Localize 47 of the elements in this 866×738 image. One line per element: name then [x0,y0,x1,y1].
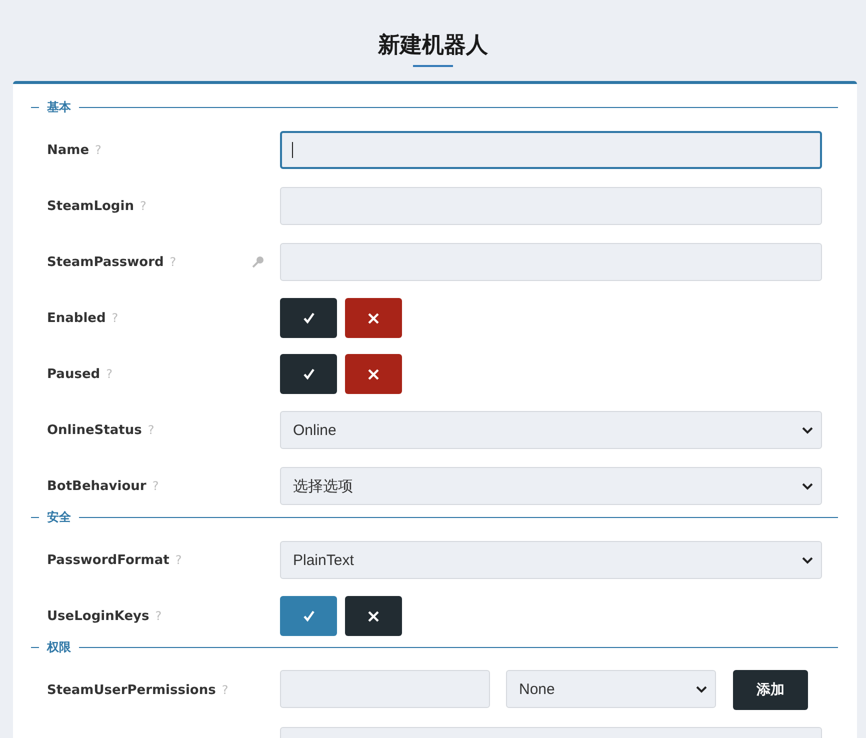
chevron-down-icon [802,482,813,490]
section-title: 基本 [46,98,72,116]
select-field[interactable]: 选择选项 [280,467,822,505]
field-label: PasswordFormat [47,552,170,568]
check-icon [302,610,314,622]
field-label: SteamPassword [47,254,164,270]
chevron-down-icon [802,426,813,434]
help-mark[interactable]: ? [152,479,159,493]
yes-button[interactable] [280,298,337,338]
help-mark[interactable]: ? [140,199,146,213]
add-button[interactable]: 添加 [733,670,808,710]
field-label: BotBehaviour [47,478,146,494]
close-icon [368,368,379,380]
field-label: SteamUserPermissions [47,682,216,698]
field-label: Paused [47,366,100,382]
help-mark[interactable]: ? [106,367,112,381]
chevron-down-icon [802,556,813,564]
no-button[interactable] [345,354,402,394]
field-label: UseLoginKeys [47,608,150,624]
yes-button[interactable] [280,596,337,636]
help-mark[interactable]: ? [148,423,154,437]
field-label: OnlineStatus [47,422,142,438]
close-icon [368,610,379,622]
field-label: SteamLogin [47,198,134,214]
help-mark[interactable]: ? [112,311,118,325]
key-icon [252,256,264,268]
page-title: 新建机器人 [378,32,488,60]
help-mark[interactable]: ? [95,143,102,157]
no-button[interactable] [345,298,402,338]
chevron-down-icon [696,686,707,692]
check-icon [302,368,314,380]
help-mark[interactable]: ? [222,683,228,697]
select-field[interactable]: None [506,670,716,708]
check-icon [302,312,314,324]
help-mark[interactable]: ? [175,553,182,567]
field-label: Enabled [47,310,106,326]
section-title: 权限 [46,638,72,656]
close-icon [368,312,379,324]
text-field[interactable] [280,131,822,169]
select-field[interactable]: PlainText [280,541,822,579]
section-title: 安全 [46,508,72,526]
no-button[interactable] [345,596,402,636]
select-field[interactable]: Online [280,411,822,449]
help-mark[interactable]: ? [155,609,162,623]
yes-button[interactable] [280,354,337,394]
help-mark[interactable]: ? [170,255,176,269]
field-label: Name [47,142,90,158]
